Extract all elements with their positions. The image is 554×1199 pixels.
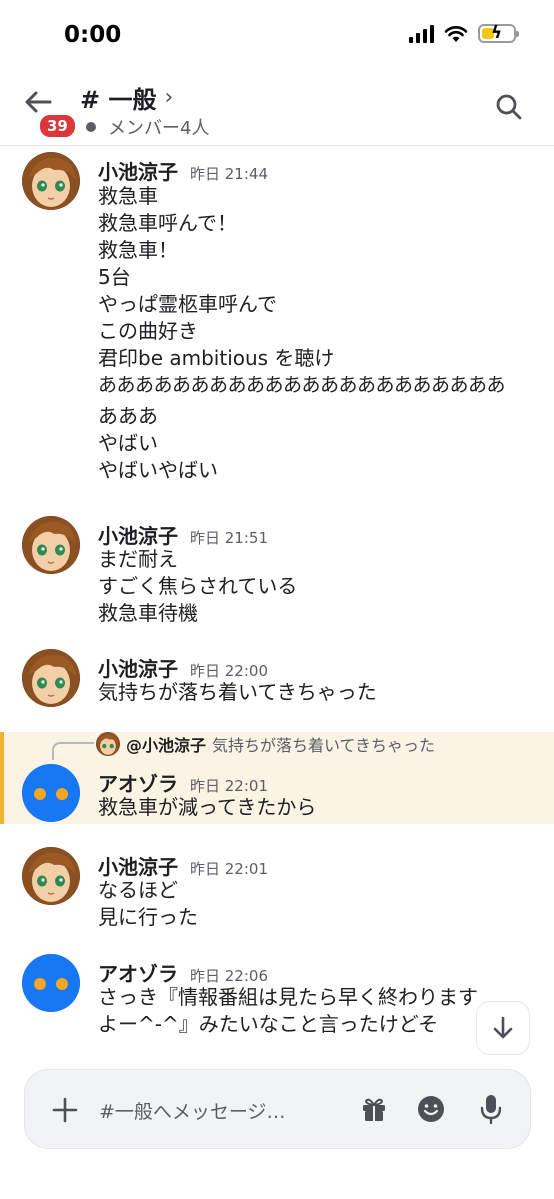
message-content[interactable]: なるほど 見に行った — [98, 877, 534, 931]
blue-face-avatar-icon — [22, 954, 80, 1012]
message-line: なるほど — [98, 878, 178, 902]
channel-name: # 一般 — [80, 86, 157, 114]
message-input[interactable]: #一般へメッセージ… — [99, 1097, 286, 1124]
message-author[interactable]: 小池涼子 — [98, 653, 178, 682]
add-attachment-button[interactable] — [49, 1094, 81, 1126]
message-line: 気持ちが落ち着いてきちゃった — [98, 680, 377, 704]
status-bar: 0:00 ϟ — [0, 0, 554, 72]
message-timestamp: 昨日 22:01 — [190, 777, 268, 795]
message-line: 救急車が減ってきたから — [98, 795, 317, 819]
message-line: この曲好き — [98, 319, 198, 343]
battery-icon: ϟ — [478, 23, 519, 43]
avatar[interactable] — [22, 516, 80, 574]
message-timestamp: 昨日 22:01 — [190, 860, 268, 878]
message-composer: #一般へメッセージ… — [24, 1069, 531, 1149]
message-content[interactable]: まだ耐え すごく焦らされている 救急車待機 — [98, 546, 534, 627]
search-button[interactable] — [494, 92, 524, 122]
avatar[interactable] — [22, 847, 80, 905]
message-line: すごく焦らされている — [98, 574, 298, 598]
message-header: 小池涼子 昨日 21:44 — [98, 156, 268, 185]
message-line: 5台 — [98, 265, 131, 289]
message-line: 救急車！ — [98, 238, 178, 262]
emoji-icon — [418, 1096, 444, 1122]
avatar[interactable] — [22, 764, 80, 822]
anime-girl-avatar-icon — [22, 516, 80, 574]
message-line: 救急車待機 — [98, 601, 198, 625]
message-author[interactable]: 小池涼子 — [98, 851, 178, 880]
avatar[interactable] — [22, 649, 80, 707]
avatar[interactable] — [22, 152, 80, 210]
gift-icon — [363, 1098, 385, 1121]
message-header: 小池涼子 昨日 22:01 — [98, 851, 268, 880]
message-content[interactable]: 救急車が減ってきたから — [98, 794, 534, 821]
chevron-right-icon: › — [164, 85, 174, 110]
message-line: やばい — [98, 431, 158, 455]
anime-girl-avatar-icon — [22, 152, 80, 210]
message-author[interactable]: 小池涼子 — [98, 156, 178, 185]
message-content[interactable]: 救急車 救急車呼んで！ 救急車！ 5台 やっぱ霊柩車呼んで この曲好き 君印be… — [98, 183, 534, 484]
message-header: アオゾラ 昨日 22:01 — [98, 768, 268, 797]
message-author[interactable]: アオゾラ — [98, 768, 178, 797]
plus-icon — [52, 1097, 78, 1123]
search-icon — [496, 94, 522, 120]
reply-reference[interactable]: @小池涼子 気持ちが落ち着いてきちゃった — [96, 732, 435, 756]
member-count-label: メンバー4人 — [108, 118, 210, 139]
wifi-icon — [444, 25, 468, 42]
message-timestamp: 昨日 22:00 — [190, 662, 268, 680]
channel-header: 39 # 一般 › メンバー4人 — [0, 72, 554, 146]
charging-bolt-icon: ϟ — [491, 23, 503, 43]
microphone-icon — [480, 1095, 502, 1125]
message-timestamp: 昨日 22:06 — [190, 967, 268, 985]
blue-face-avatar-icon — [22, 764, 80, 822]
anime-girl-avatar-icon — [22, 847, 80, 905]
anime-girl-avatar-icon — [22, 649, 80, 707]
message-author[interactable]: アオゾラ — [98, 958, 178, 987]
message-line: やばいやばい — [98, 458, 218, 482]
message-line: ああああああああああああああああああああああ — [98, 374, 506, 396]
message-line: 救急車呼んで！ — [98, 211, 237, 235]
message-timestamp: 昨日 21:51 — [190, 529, 268, 547]
message-timestamp: 昨日 21:44 — [190, 165, 268, 183]
message-content[interactable]: 気持ちが落ち着いてきちゃった — [98, 679, 534, 706]
gift-button[interactable] — [359, 1094, 389, 1124]
reply-author: @小池涼子 — [126, 736, 207, 755]
status-dot-icon — [86, 122, 96, 132]
status-icons: ϟ — [409, 23, 519, 43]
channel-title[interactable]: # 一般 › — [80, 80, 173, 115]
emoji-button[interactable] — [415, 1093, 447, 1125]
message-author[interactable]: 小池涼子 — [98, 520, 178, 549]
message-line: やっぱ霊柩車呼んで — [98, 292, 277, 316]
reply-avatar — [96, 732, 120, 756]
message-line: まだ耐え — [98, 547, 178, 571]
message-line: 君印be ambitious を聴け — [98, 346, 335, 370]
message-header: アオゾラ 昨日 22:06 — [98, 958, 268, 987]
status-time: 0:00 — [64, 22, 122, 48]
message-line: 救急車 — [98, 184, 158, 208]
avatar[interactable] — [22, 954, 80, 1012]
message-line: あああ — [98, 404, 158, 428]
voice-message-button[interactable] — [477, 1092, 505, 1126]
unread-badge: 39 — [38, 113, 77, 139]
message-line: 見に行った — [98, 905, 198, 929]
message-header: 小池涼子 昨日 21:51 — [98, 520, 268, 549]
message-list[interactable]: 小池涼子 昨日 21:44 救急車 救急車呼んで！ 救急車！ 5台 やっぱ霊柩車… — [0, 146, 554, 1076]
jump-to-latest-button[interactable] — [476, 1001, 530, 1055]
reply-connector — [52, 742, 94, 760]
cellular-signal-icon — [409, 24, 434, 43]
anime-girl-avatar-icon — [96, 732, 120, 756]
message-header: 小池涼子 昨日 22:00 — [98, 653, 268, 682]
member-count[interactable]: メンバー4人 — [86, 114, 209, 140]
arrow-down-icon — [493, 1016, 513, 1039]
reply-excerpt: 気持ちが落ち着いてきちゃった — [212, 736, 436, 755]
